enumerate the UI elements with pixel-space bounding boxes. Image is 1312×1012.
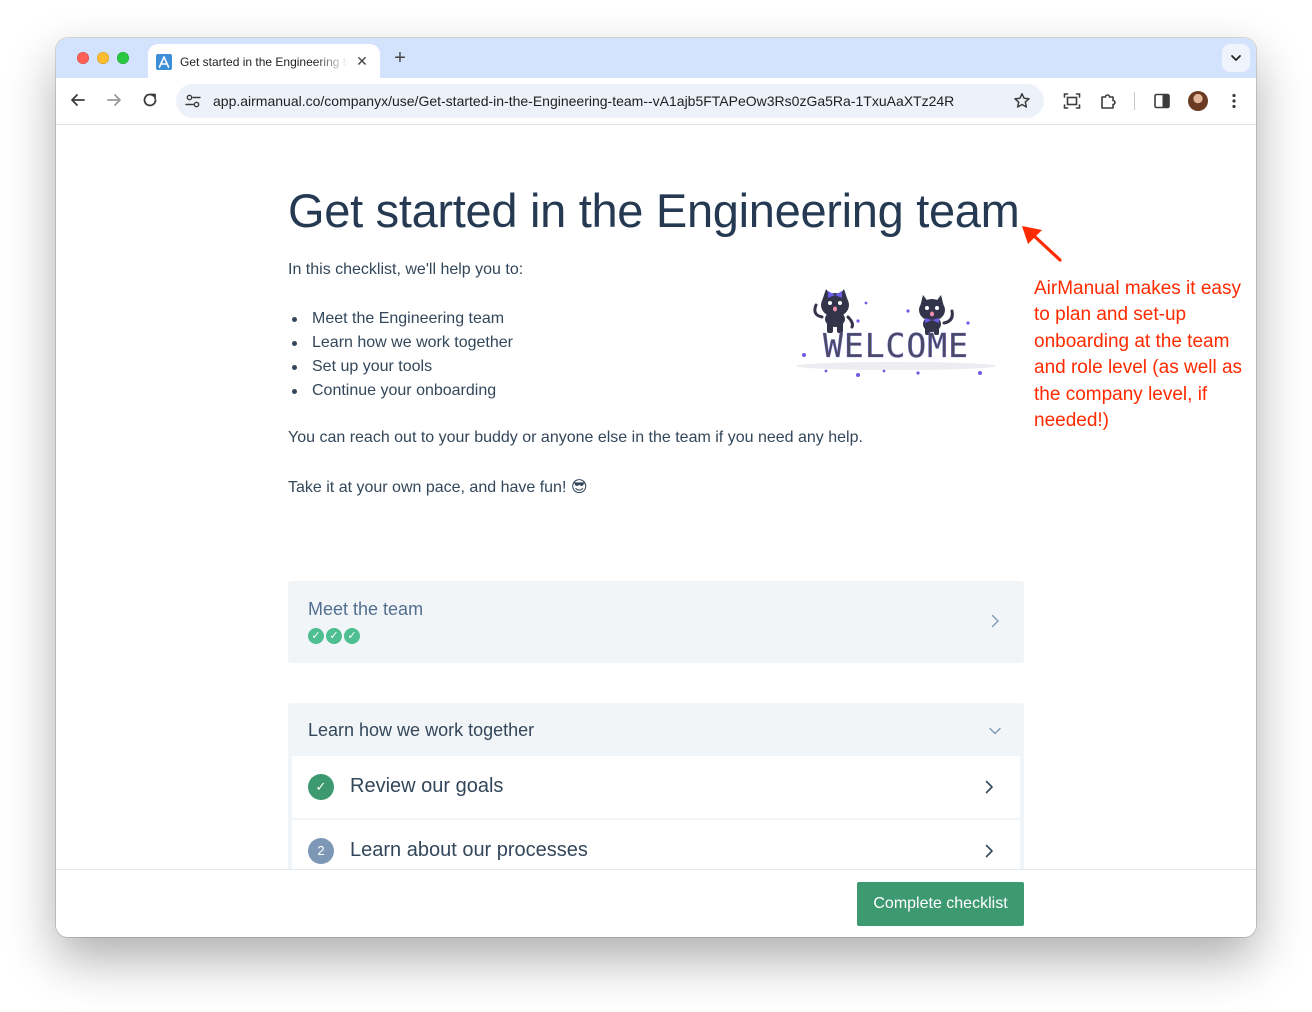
checklist-step[interactable]: ✓ Review our goals bbox=[292, 756, 1020, 818]
complete-checklist-button[interactable]: Complete checklist bbox=[857, 882, 1024, 926]
arrow-right-icon[interactable] bbox=[104, 90, 124, 110]
check-circle-icon: ✓ bbox=[326, 628, 342, 644]
step-number-badge: 2 bbox=[308, 838, 334, 864]
help-text: You can reach out to your buddy or anyon… bbox=[288, 429, 863, 446]
goal-item: Learn how we work together bbox=[288, 331, 513, 355]
zoom-window-button[interactable] bbox=[117, 52, 129, 64]
annotation-text: AirManual makes it easy to plan and set-… bbox=[1034, 278, 1243, 432]
chevron-down-icon bbox=[1231, 55, 1241, 61]
browser-window: Get started in the Engineering team ✕ + bbox=[56, 38, 1256, 937]
kebab-menu-icon[interactable] bbox=[1224, 91, 1244, 111]
close-window-button[interactable] bbox=[77, 52, 89, 64]
section-title[interactable]: Learn how we work together bbox=[308, 720, 534, 741]
section-title: Meet the team bbox=[308, 599, 424, 619]
intro-text: In this checklist, we'll help you to: bbox=[288, 261, 524, 278]
chevron-right-icon[interactable] bbox=[988, 614, 1002, 628]
goal-item: Continue your onboarding bbox=[288, 379, 513, 403]
check-circle-icon: ✓ bbox=[308, 628, 324, 644]
welcome-cats-image: WELCOME WELCOME bbox=[796, 289, 996, 377]
star-icon[interactable] bbox=[1012, 91, 1032, 111]
browser-toolbar: app.airmanual.co/companyx/use/Get-starte… bbox=[56, 78, 1256, 125]
chevron-down-icon[interactable] bbox=[988, 724, 1002, 738]
tab-search-button[interactable] bbox=[1222, 44, 1250, 72]
annotation-arrow-icon bbox=[1022, 226, 1062, 262]
section-meet-the-team[interactable]: Meet the team ✓ ✓ ✓ bbox=[288, 581, 1024, 663]
new-tab-icon[interactable]: + bbox=[390, 48, 410, 68]
profile-avatar[interactable] bbox=[1188, 91, 1208, 111]
tab-close-icon[interactable]: ✕ bbox=[354, 53, 370, 69]
section-progress: ✓ ✓ ✓ bbox=[308, 628, 360, 644]
page-content: Get started in the Engineering team In t… bbox=[56, 125, 1256, 937]
checklist-footer: Complete checklist bbox=[56, 869, 1256, 937]
puzzle-icon[interactable] bbox=[1098, 91, 1118, 111]
address-bar[interactable]: app.airmanual.co/companyx/use/Get-starte… bbox=[176, 84, 1044, 118]
arrow-left-icon[interactable] bbox=[68, 90, 88, 110]
goal-item: Meet the Engineering team bbox=[288, 307, 513, 331]
closing-text: Take it at your own pace, and have fun! … bbox=[288, 479, 588, 496]
minimize-window-button[interactable] bbox=[97, 52, 109, 64]
chevron-right-icon[interactable] bbox=[982, 844, 996, 858]
goal-item: Set up your tools bbox=[288, 355, 513, 379]
chevron-right-icon[interactable] bbox=[982, 780, 996, 794]
tab-title: Get started in the Engineering team bbox=[180, 55, 348, 69]
tab-active[interactable]: Get started in the Engineering team ✕ bbox=[148, 44, 380, 78]
welcome-text-outline: WELCOME bbox=[823, 326, 969, 365]
check-circle-icon: ✓ bbox=[308, 774, 334, 800]
toolbar-divider bbox=[1134, 92, 1135, 110]
side-panel-icon[interactable] bbox=[1152, 91, 1172, 111]
tab-strip: Get started in the Engineering team ✕ + bbox=[56, 38, 1256, 78]
checklist-goals: Meet the Engineering team Learn how we w… bbox=[288, 307, 513, 403]
step-title: Review our goals bbox=[350, 775, 504, 797]
screen-capture-icon[interactable] bbox=[1062, 91, 1082, 111]
airmanual-favicon-icon bbox=[156, 54, 172, 70]
step-title: Learn about our processes bbox=[350, 839, 588, 861]
reload-icon[interactable] bbox=[140, 90, 160, 110]
page-title: Get started in the Engineering team bbox=[288, 184, 1020, 237]
tune-icon[interactable] bbox=[185, 93, 201, 109]
url-text[interactable]: app.airmanual.co/companyx/use/Get-starte… bbox=[213, 93, 1003, 111]
check-circle-icon: ✓ bbox=[344, 628, 360, 644]
